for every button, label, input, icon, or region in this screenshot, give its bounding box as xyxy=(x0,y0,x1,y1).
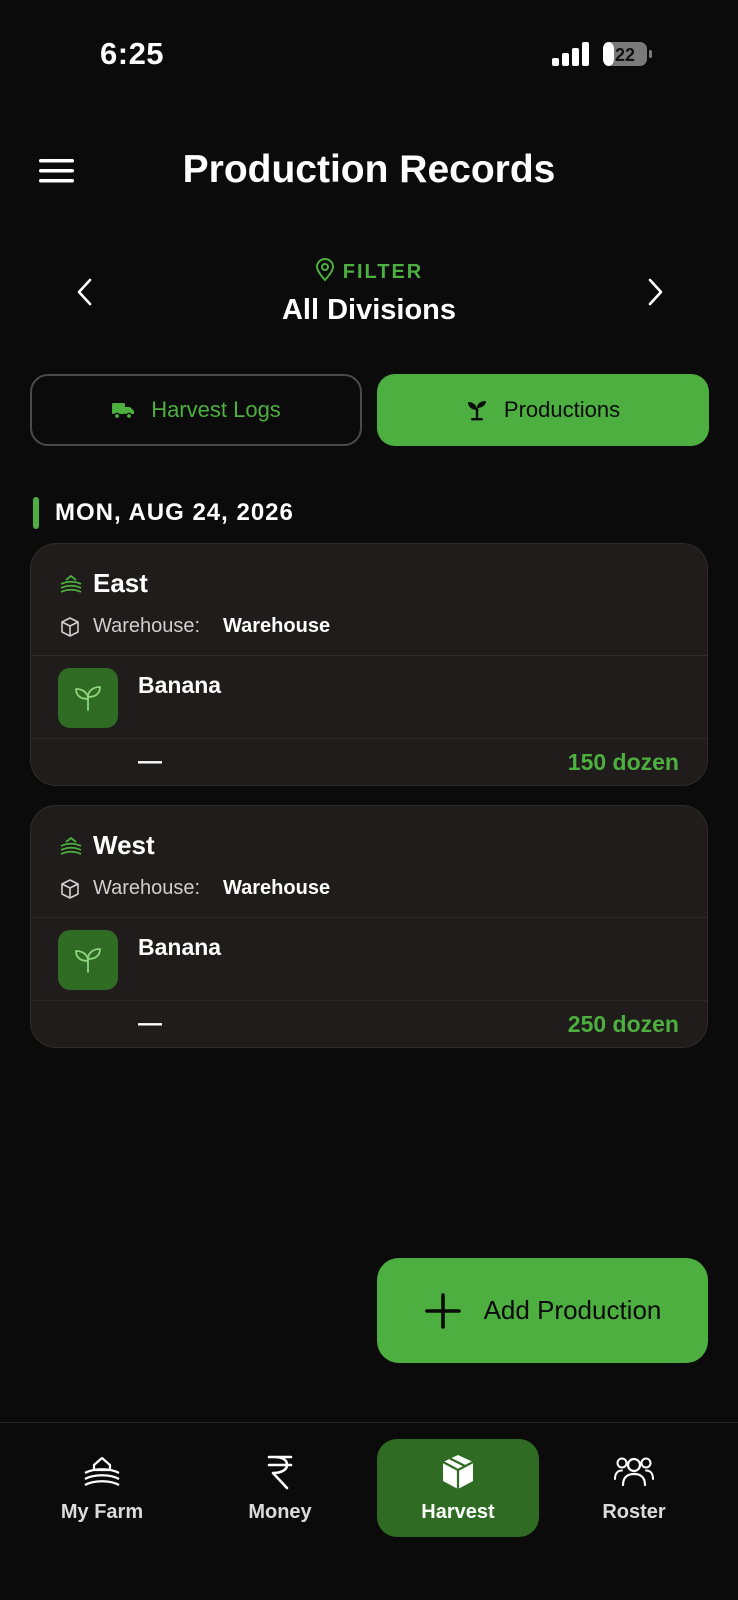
filter-label: FILTER xyxy=(342,261,424,283)
product-row: Banana xyxy=(31,656,707,739)
warehouse-label: Warehouse: xyxy=(93,877,201,899)
product-name: Banana xyxy=(138,672,222,698)
warehouse-label: Warehouse: xyxy=(93,615,201,637)
signal-icon xyxy=(552,42,589,66)
farm-icon xyxy=(84,1456,120,1486)
add-production-button[interactable]: Add Production xyxy=(377,1258,708,1363)
product-tile xyxy=(58,930,118,990)
field-icon xyxy=(60,837,82,855)
plus-icon xyxy=(424,1292,461,1329)
sprout-icon xyxy=(467,401,486,421)
nav-label: Roster xyxy=(602,1501,666,1523)
filter-label-row: FILTER xyxy=(0,258,738,284)
nav-item-money[interactable]: Money xyxy=(199,1439,361,1537)
production-card[interactable]: West Warehouse: Warehouse Banana — 250 d… xyxy=(30,805,708,1048)
nav-label: Money xyxy=(248,1501,312,1523)
tab-productions[interactable]: Productions xyxy=(377,374,709,446)
card-header: West Warehouse: Warehouse xyxy=(31,806,707,918)
status-time: 6:25 xyxy=(100,36,165,71)
page-title: Production Records xyxy=(182,148,556,191)
date-accent-bar xyxy=(33,497,39,529)
nav-item-roster[interactable]: Roster xyxy=(553,1439,715,1537)
app-header: Production Records xyxy=(0,130,738,212)
quantity-value: 250 dozen xyxy=(567,1011,679,1037)
product-name: Banana xyxy=(138,934,222,960)
package-icon xyxy=(61,617,79,637)
product-row: Banana xyxy=(31,918,707,1001)
rupee-icon xyxy=(267,1455,293,1490)
location-pin-icon xyxy=(315,258,334,282)
division-name: East xyxy=(93,568,148,598)
nav-label: Harvest xyxy=(421,1501,495,1523)
field-icon xyxy=(60,575,82,593)
card-footer: — 250 dozen xyxy=(31,1002,707,1047)
nav-item-harvest[interactable]: Harvest xyxy=(377,1439,539,1537)
tab-productions-label: Productions xyxy=(503,397,621,422)
bottom-navigation: My Farm Money Harvest Roster xyxy=(0,1422,738,1600)
quantity-value: 150 dozen xyxy=(567,749,679,775)
users-icon xyxy=(614,1457,654,1487)
division-filter: FILTER All Divisions xyxy=(0,252,738,332)
nav-item-my-farm[interactable]: My Farm xyxy=(21,1439,183,1537)
product-tile xyxy=(58,668,118,728)
card-footer: — 150 dozen xyxy=(31,740,707,785)
package-icon xyxy=(61,879,79,899)
tab-harvest-logs[interactable]: Harvest Logs xyxy=(30,374,362,446)
tab-harvest-logs-label: Harvest Logs xyxy=(151,397,281,422)
chevron-right-icon[interactable] xyxy=(636,274,672,310)
nav-label: My Farm xyxy=(60,1501,144,1523)
leaf-icon xyxy=(75,948,101,973)
add-production-label: Add Production xyxy=(483,1295,662,1325)
record-note: — xyxy=(138,1010,162,1037)
division-name: West xyxy=(93,830,155,860)
status-bar: 6:25 22 xyxy=(0,0,738,110)
battery-icon: 22 xyxy=(603,42,652,66)
date-section-header: MON, AUG 24, 2026 xyxy=(33,497,294,529)
box-icon xyxy=(442,1455,474,1489)
production-card[interactable]: East Warehouse: Warehouse Banana — 150 d… xyxy=(30,543,708,786)
truck-icon xyxy=(112,403,135,420)
battery-level: 22 xyxy=(615,45,635,65)
record-note: — xyxy=(138,748,162,775)
warehouse-value: Warehouse xyxy=(223,877,331,899)
leaf-icon xyxy=(75,686,101,711)
warehouse-value: Warehouse xyxy=(223,615,331,637)
card-header: East Warehouse: Warehouse xyxy=(31,544,707,656)
filter-value[interactable]: All Divisions xyxy=(0,294,738,327)
date-label: MON, AUG 24, 2026 xyxy=(55,499,294,526)
